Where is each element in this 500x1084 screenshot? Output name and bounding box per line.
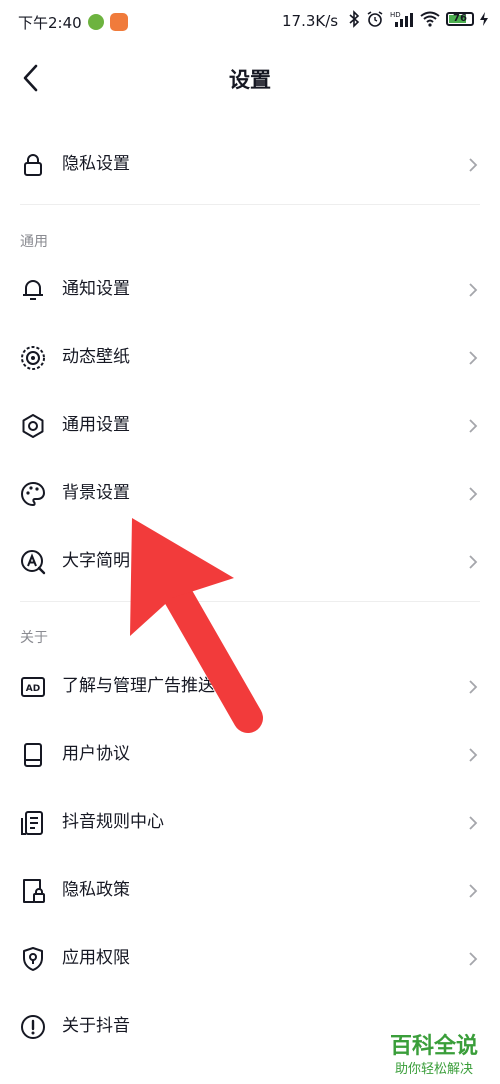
battery-icon: 76 (446, 12, 474, 26)
gear-icon (22, 414, 44, 438)
alarm-icon (367, 11, 383, 27)
ad-icon: AD (21, 677, 45, 697)
chevron-right-icon (469, 884, 478, 898)
app-permissions-item[interactable]: 应用权限 (0, 924, 500, 992)
status-time: 下午2:40 (18, 14, 82, 32)
section-title-general: 通用 (20, 234, 48, 250)
ad-management-label: 了解与管理广告推送 (62, 676, 215, 696)
large-font-icon (21, 550, 46, 575)
charging-icon (480, 12, 488, 26)
chevron-right-icon (469, 748, 478, 762)
watermark-subtitle: 助你轻松解决 (394, 1062, 473, 1077)
notification-settings-label: 通知设置 (62, 279, 130, 299)
document-list-icon (21, 811, 43, 835)
hd-label: HD (390, 11, 401, 19)
chevron-right-icon (469, 283, 478, 297)
live-wallpaper-label: 动态壁纸 (62, 347, 130, 367)
user-agreement-item[interactable]: 用户协议 (0, 720, 500, 788)
bluetooth-icon (349, 10, 360, 28)
document-lock-icon (23, 879, 45, 903)
app-notification-icon-2 (110, 13, 128, 31)
chevron-right-icon (469, 158, 478, 172)
chevron-right-icon (469, 816, 478, 830)
background-settings-label: 背景设置 (62, 483, 130, 503)
live-wallpaper-item[interactable]: 动态壁纸 (0, 323, 500, 391)
status-icons: HD 76 (348, 10, 488, 28)
divider (20, 204, 480, 205)
chevron-right-icon (469, 351, 478, 365)
chevron-right-icon (469, 419, 478, 433)
general-settings-label: 通用设置 (62, 415, 130, 435)
palette-icon (21, 481, 46, 507)
divider (20, 601, 480, 602)
shield-icon (23, 947, 43, 971)
privacy-policy-label: 隐私政策 (62, 880, 130, 900)
privacy-settings-item[interactable]: 隐私设置 (0, 130, 500, 198)
bell-icon (23, 280, 43, 300)
chevron-right-icon (469, 952, 478, 966)
network-speed: 17.3K/s (282, 12, 339, 30)
large-font-item[interactable]: 大字简明 (0, 527, 500, 595)
chevron-right-icon (469, 680, 478, 694)
chevron-right-icon (469, 555, 478, 569)
info-icon (21, 1015, 45, 1039)
status-bar: 下午2:40 17.3K/s HD 76 (0, 0, 500, 44)
rules-center-label: 抖音规则中心 (62, 812, 164, 832)
about-douyin-label: 关于抖音 (62, 1016, 130, 1036)
privacy-settings-label: 隐私设置 (62, 154, 130, 174)
background-settings-item[interactable]: 背景设置 (0, 459, 500, 527)
notification-settings-item[interactable]: 通知设置 (0, 255, 500, 323)
book-icon (24, 743, 42, 767)
signal-icon: HD (390, 11, 413, 27)
section-title-about: 关于 (20, 630, 48, 646)
page-title: 设置 (229, 68, 271, 92)
chevron-right-icon (469, 487, 478, 501)
rules-center-item[interactable]: 抖音规则中心 (0, 788, 500, 856)
general-settings-item[interactable]: 通用设置 (0, 391, 500, 459)
battery-percent: 76 (453, 13, 467, 24)
live-wallpaper-icon (21, 346, 45, 370)
svg-text:AD: AD (26, 684, 40, 694)
user-agreement-label: 用户协议 (62, 744, 130, 764)
lock-icon (24, 154, 42, 176)
privacy-policy-item[interactable]: 隐私政策 (0, 856, 500, 924)
watermark-title: 百科全说 (389, 1034, 478, 1059)
wifi-icon (420, 11, 440, 27)
ad-management-item[interactable]: AD 了解与管理广告推送 (0, 652, 500, 720)
nav-bar: 设置 (0, 44, 500, 112)
large-font-label: 大字简明 (62, 551, 130, 571)
watermark-logo: 百科全说 助你轻松解决 (376, 1026, 492, 1080)
app-permissions-label: 应用权限 (62, 948, 130, 968)
app-notification-icon (88, 14, 104, 30)
